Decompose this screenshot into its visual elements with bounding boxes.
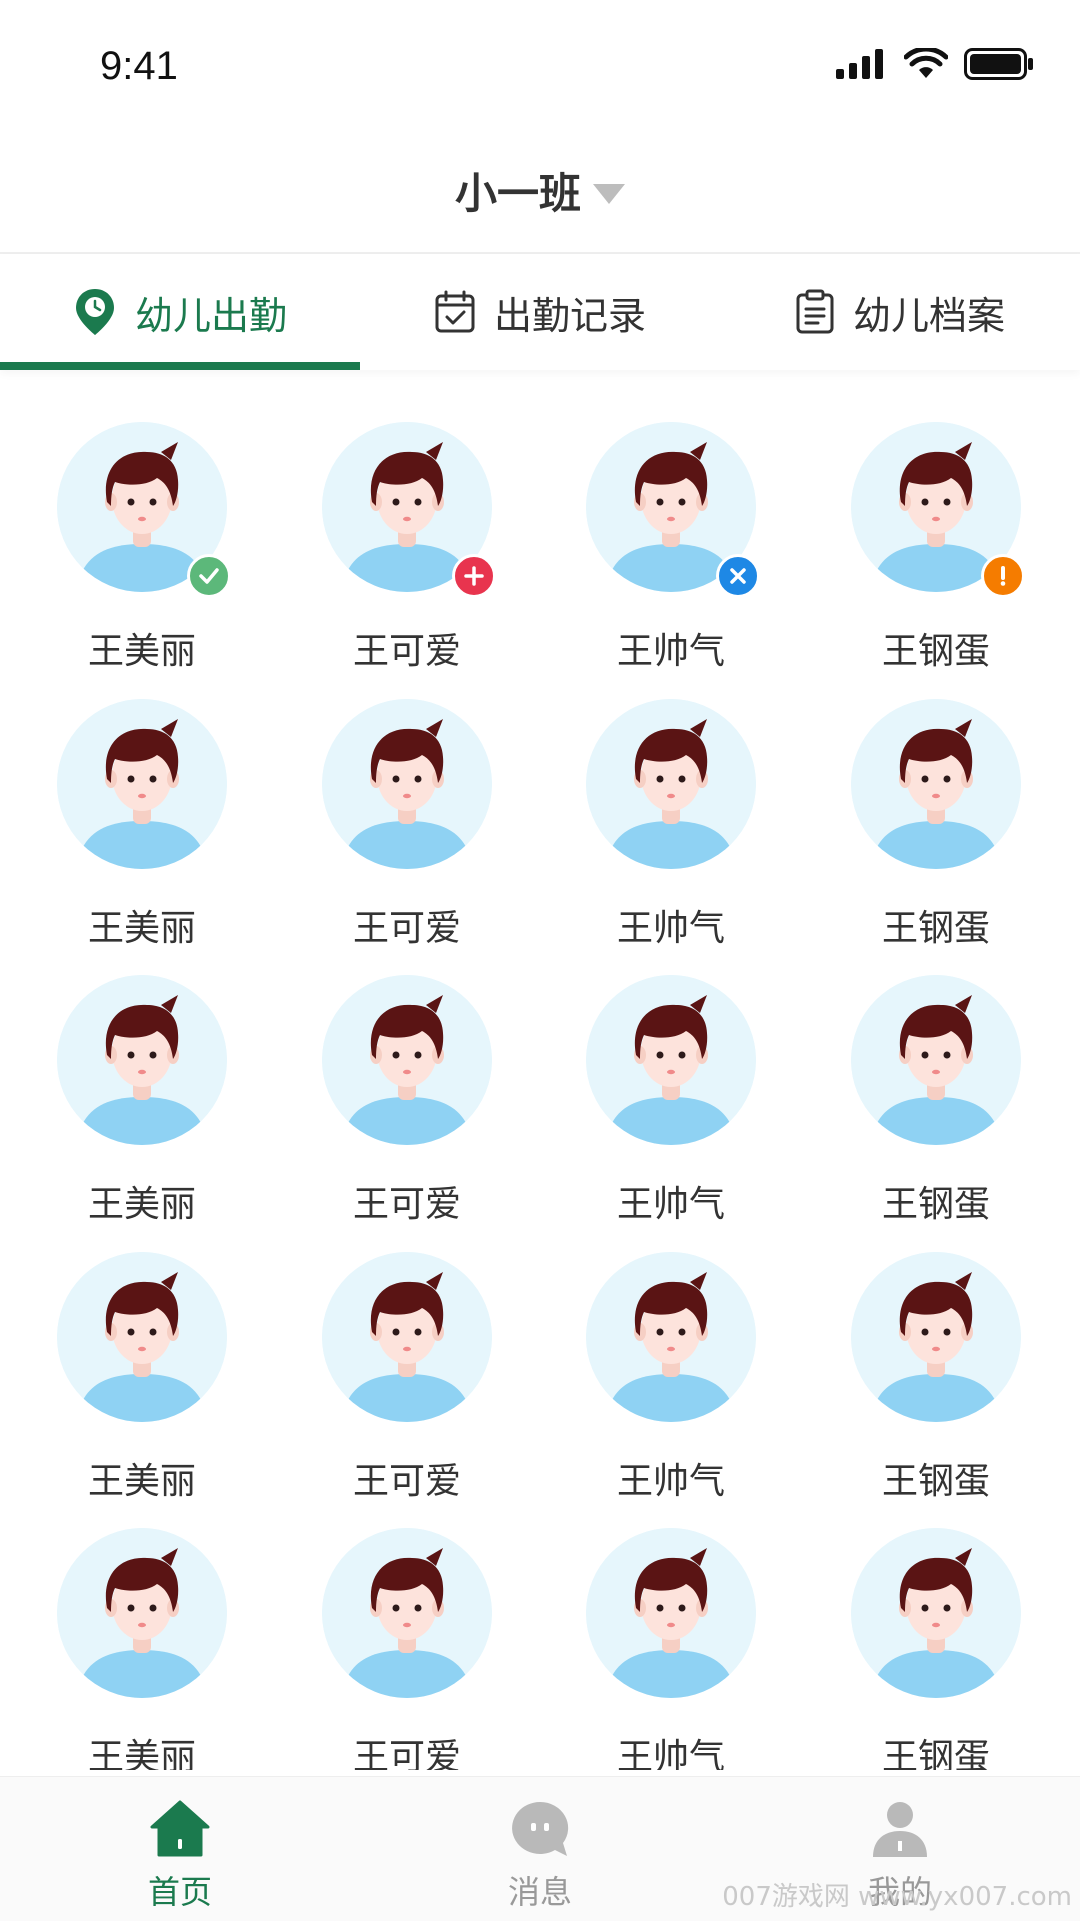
wifi-icon xyxy=(904,48,948,78)
user-icon xyxy=(873,1802,927,1857)
child-card[interactable]: 王钢蛋 xyxy=(794,370,1058,672)
avatar xyxy=(586,1528,756,1698)
avatar xyxy=(322,1252,492,1422)
alert-icon xyxy=(981,554,1025,598)
child-card[interactable]: 王可爱 xyxy=(265,370,529,672)
child-card[interactable]: 王钢蛋 xyxy=(794,1200,1058,1502)
avatar-wrapper xyxy=(322,975,492,1145)
avatar-wrapper xyxy=(57,1252,227,1422)
dropdown-caret-icon xyxy=(593,183,625,204)
child-card[interactable]: 王帅气 xyxy=(529,923,793,1225)
avatar-wrapper xyxy=(57,975,227,1145)
home-icon xyxy=(150,1800,210,1857)
tab-bar: 幼儿出勤 出勤记录 幼儿档案 xyxy=(0,254,1080,370)
avatar-wrapper xyxy=(851,699,1021,869)
avatar-wrapper xyxy=(586,699,756,869)
avatar-wrapper xyxy=(57,699,227,869)
nav-messages[interactable]: 消息 xyxy=(360,1777,720,1921)
children-grid: 王美丽 王可爱 王帅气 王钢蛋 王美丽 王可爱 王帅气 王钢蛋 王美丽 王可爱 王帅气 王钢蛋 王美丽王… xyxy=(0,370,1080,1770)
status-time: 9:41 xyxy=(100,44,178,88)
child-name: 王可爱 xyxy=(352,1737,461,1770)
bottom-navigation: 首页 消息 我的 007游戏网 www.yx007.com xyxy=(0,1776,1080,1921)
tab-child-profiles[interactable]: 幼儿档案 xyxy=(720,254,1080,370)
child-card[interactable]: 王美丽 xyxy=(0,370,264,672)
child-card[interactable]: 王钢蛋 xyxy=(794,1476,1058,1770)
avatar xyxy=(57,1252,227,1422)
tab-label: 幼儿档案 xyxy=(852,293,1005,338)
child-card[interactable]: 王帅气 xyxy=(529,1200,793,1502)
avatar-wrapper xyxy=(586,1252,756,1422)
class-title: 小一班 xyxy=(454,169,581,218)
child-card[interactable]: 王可爱 xyxy=(265,923,529,1225)
status-bar: 9:41 xyxy=(0,0,1080,120)
avatar-wrapper xyxy=(322,422,496,598)
avatar xyxy=(586,1252,756,1422)
avatar-wrapper xyxy=(586,975,756,1145)
avatar xyxy=(322,699,492,869)
nav-label: 消息 xyxy=(507,1873,572,1911)
avatar-wrapper xyxy=(322,1252,492,1422)
child-card[interactable]: 王帅气 xyxy=(529,647,793,949)
child-card[interactable]: 王美丽 xyxy=(0,1200,264,1502)
avatar xyxy=(586,975,756,1145)
avatar-wrapper xyxy=(586,1528,756,1698)
clipboard-icon xyxy=(796,289,834,334)
absent-icon xyxy=(716,554,760,598)
message-icon xyxy=(512,1801,569,1856)
tab-attendance[interactable]: 幼儿出勤 xyxy=(0,254,360,370)
class-selector[interactable]: 小一班 xyxy=(0,160,1080,221)
child-card[interactable]: 王美丽 xyxy=(0,647,264,949)
location-pin-icon xyxy=(75,289,114,335)
watermark: 007游戏网 www.yx007.com xyxy=(722,1882,1072,1912)
avatar-wrapper xyxy=(851,422,1025,598)
nav-label: 首页 xyxy=(147,1873,212,1911)
child-card[interactable]: 王帅气 xyxy=(529,370,793,672)
avatar-wrapper xyxy=(586,422,760,598)
child-name: 王帅气 xyxy=(616,1737,725,1770)
child-card[interactable]: 王钢蛋 xyxy=(794,923,1058,1225)
avatar xyxy=(57,1528,227,1698)
avatar xyxy=(851,699,1021,869)
child-card[interactable]: 王美丽 xyxy=(0,923,264,1225)
tab-attendance-records[interactable]: 出勤记录 xyxy=(360,254,720,370)
tab-label: 幼儿出勤 xyxy=(134,293,287,338)
avatar xyxy=(851,1528,1021,1698)
avatar-wrapper xyxy=(57,1528,227,1698)
checked-in-icon xyxy=(187,554,231,598)
child-card[interactable]: 王钢蛋 xyxy=(794,647,1058,949)
header: 小一班 xyxy=(0,120,1080,254)
battery-icon xyxy=(964,48,1033,80)
avatar xyxy=(322,1528,492,1698)
child-card[interactable]: 王可爱 xyxy=(265,1200,529,1502)
add-icon xyxy=(452,554,496,598)
avatar xyxy=(851,975,1021,1145)
avatar xyxy=(57,975,227,1145)
status-icons xyxy=(836,48,1034,80)
child-card[interactable]: 王可爱 xyxy=(265,647,529,949)
avatar-wrapper xyxy=(851,975,1021,1145)
nav-home[interactable]: 首页 xyxy=(0,1777,360,1921)
avatar-wrapper xyxy=(322,1528,492,1698)
tab-label: 出勤记录 xyxy=(493,293,646,338)
child-card[interactable]: 王帅气 xyxy=(529,1476,793,1770)
child-card[interactable]: 王美丽 xyxy=(0,1476,264,1770)
avatar-wrapper xyxy=(851,1252,1021,1422)
avatar xyxy=(586,699,756,869)
avatar xyxy=(322,975,492,1145)
avatar-wrapper xyxy=(57,422,231,598)
child-name: 王美丽 xyxy=(87,1737,196,1770)
child-card[interactable]: 王可爱 xyxy=(265,1476,529,1770)
signal-icon xyxy=(836,49,883,79)
avatar xyxy=(851,1252,1021,1422)
calendar-check-icon xyxy=(435,290,475,333)
child-name: 王钢蛋 xyxy=(881,1737,990,1770)
avatar-wrapper xyxy=(322,699,492,869)
avatar-wrapper xyxy=(851,1528,1021,1698)
avatar xyxy=(57,699,227,869)
